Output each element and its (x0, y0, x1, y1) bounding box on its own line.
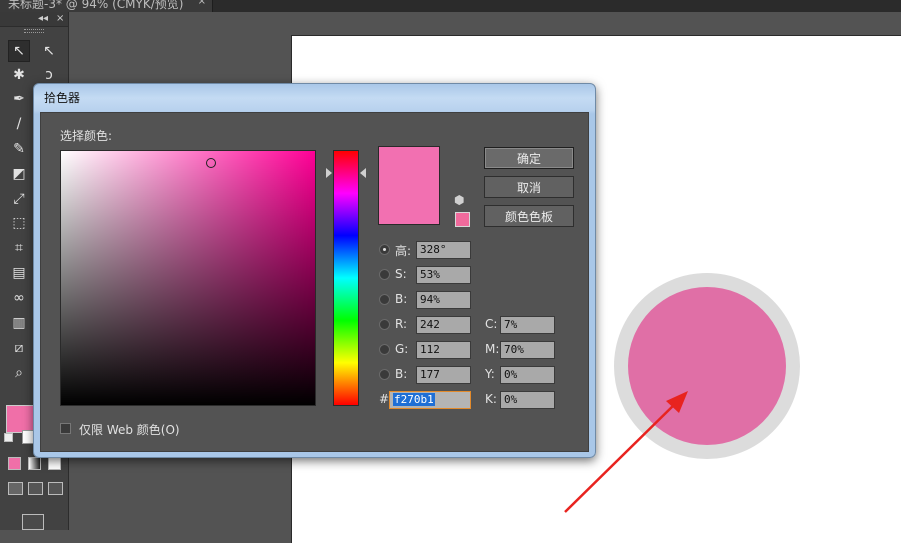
cube-icon[interactable]: ⬢ (454, 193, 468, 207)
column-graph-tool[interactable]: ▥ (8, 312, 30, 334)
color-cursor[interactable] (206, 158, 216, 168)
panel-grip[interactable] (24, 29, 44, 33)
line-tool-icon: / (16, 116, 22, 132)
hue-slider-handle-right[interactable] (360, 168, 366, 178)
selection-tool[interactable]: ↖ (8, 40, 30, 62)
brightness-radio[interactable] (379, 294, 390, 305)
paintbrush-tool-icon: ✎ (13, 141, 25, 157)
pen-tool-icon: ✒ (13, 91, 25, 107)
web-colors-only-checkbox[interactable] (60, 423, 71, 434)
blue-radio[interactable] (379, 369, 390, 380)
none-mode-icon[interactable] (48, 457, 61, 470)
slice-tool-icon: ⧄ (14, 340, 24, 356)
line-tool[interactable]: / (8, 113, 30, 135)
red-field[interactable]: 242 (416, 316, 471, 334)
magic-wand-tool-icon: ✱ (13, 67, 25, 83)
tools-panel-header: ◂◂ × (0, 12, 68, 27)
hue-slider-handle-left[interactable] (326, 168, 332, 178)
web-colors-only-label: 仅限 Web 颜色(O) (79, 423, 180, 437)
hex-value: f270b1 (393, 393, 435, 406)
column-graph-tool-icon: ▥ (12, 315, 26, 331)
color-picker-dialog: 拾色器 选择颜色: ⬢ 确定 取消 颜色色板 高: 328° S: 53% B:… (33, 83, 596, 458)
new-color-preview (378, 146, 440, 225)
green-radio[interactable] (379, 344, 390, 355)
collapse-icon[interactable]: ◂◂ (38, 13, 48, 24)
magenta-field[interactable]: 70% (500, 341, 555, 359)
saturation-brightness-field[interactable] (60, 150, 316, 406)
draw-normal-icon[interactable] (8, 482, 23, 495)
screen-mode-icon[interactable] (22, 514, 44, 530)
pen-tool[interactable]: ✒ (8, 88, 30, 110)
hue-slider[interactable] (333, 150, 359, 406)
eraser-tool[interactable]: ◩ (8, 163, 30, 185)
blend-tool-icon: ∞ (13, 290, 25, 306)
red-radio[interactable] (379, 319, 390, 330)
magic-wand-tool[interactable]: ✱ (8, 64, 30, 86)
yellow-field[interactable]: 0% (500, 366, 555, 384)
green-label: G: (395, 342, 409, 356)
gamut-color-swatch[interactable] (455, 212, 470, 227)
close-icon[interactable]: × (56, 13, 64, 24)
select-color-label: 选择颜色: (60, 129, 113, 143)
yellow-label: Y: (485, 367, 495, 381)
free-transform-tool-icon: ⬚ (12, 215, 26, 231)
gradient-tool-icon: ▤ (12, 265, 26, 281)
paintbrush-tool[interactable]: ✎ (8, 138, 30, 160)
green-field[interactable]: 112 (416, 341, 471, 359)
scale-tool-icon: ⤢ (13, 191, 25, 207)
black-field[interactable]: 0% (500, 391, 555, 409)
direct-selection-tool-icon: ↖ (43, 43, 55, 59)
hex-field[interactable]: f270b1 (389, 391, 471, 409)
brightness-label: B: (395, 292, 408, 306)
cyan-label: C: (485, 317, 498, 331)
default-colors-icon[interactable] (4, 433, 13, 442)
blue-field[interactable]: 177 (416, 366, 471, 384)
zoom-tool[interactable]: ⌕ (8, 362, 30, 384)
perspective-grid-tool-icon: ⌗ (15, 240, 23, 256)
black-label: K: (485, 392, 497, 406)
fill-color-swatch[interactable] (6, 405, 34, 433)
scale-tool[interactable]: ⤢ (8, 188, 30, 210)
dialog-title: 拾色器 (44, 91, 81, 105)
lasso-tool-icon: ↄ (45, 67, 53, 83)
ok-button[interactable]: 确定 (484, 147, 574, 169)
free-transform-tool[interactable]: ⬚ (8, 212, 30, 234)
magenta-label: M: (485, 342, 500, 356)
saturation-label: S: (395, 267, 407, 281)
blend-tool[interactable]: ∞ (8, 287, 30, 309)
saturation-field[interactable]: 53% (416, 266, 471, 284)
zoom-tool-icon: ⌕ (15, 365, 23, 381)
draw-behind-icon[interactable] (28, 482, 43, 495)
gradient-mode-icon[interactable] (28, 457, 41, 470)
hue-radio[interactable] (379, 244, 390, 255)
color-swatches-button[interactable]: 颜色色板 (484, 205, 574, 227)
red-label: R: (395, 317, 408, 331)
dialog-body: 选择颜色: ⬢ 确定 取消 颜色色板 高: 328° S: 53% B: 94%… (40, 112, 589, 452)
hue-label: 高: (395, 244, 412, 258)
cyan-field[interactable]: 7% (500, 316, 555, 334)
eraser-tool-icon: ◩ (12, 166, 26, 182)
saturation-radio[interactable] (379, 269, 390, 280)
slice-tool[interactable]: ⧄ (8, 337, 30, 359)
selection-tool-icon: ↖ (13, 43, 25, 59)
hue-field[interactable]: 328° (416, 241, 471, 259)
draw-inside-icon[interactable] (48, 482, 63, 495)
perspective-grid-tool[interactable]: ⌗ (8, 237, 30, 259)
color-mode-icon[interactable] (8, 457, 21, 470)
blue-label: B: (395, 367, 408, 381)
direct-selection-tool[interactable]: ↖ (38, 40, 60, 62)
cancel-button[interactable]: 取消 (484, 176, 574, 198)
hex-label: # (379, 392, 390, 406)
brightness-field[interactable]: 94% (416, 291, 471, 309)
gradient-tool[interactable]: ▤ (8, 262, 30, 284)
